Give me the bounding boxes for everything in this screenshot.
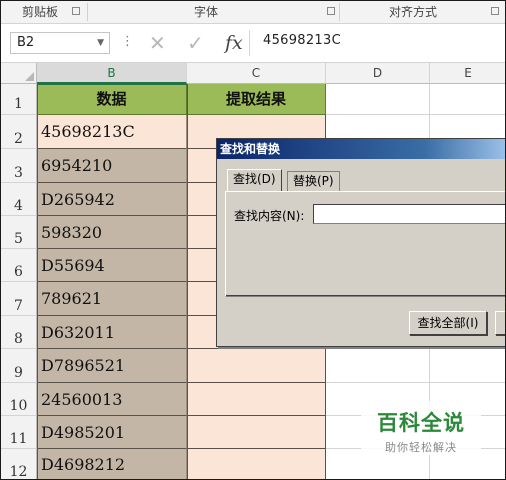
row-header[interactable]: 2 xyxy=(1,115,37,149)
ribbon-group-labels: 剪贴板 字体 对齐方式 xyxy=(1,1,505,24)
insert-function-icon[interactable]: fx xyxy=(225,30,243,56)
row-header[interactable]: 9 xyxy=(1,349,37,383)
name-box[interactable]: B2 ▼ xyxy=(10,32,110,54)
find-all-button[interactable]: 查找全部(I) xyxy=(409,311,487,335)
find-what-input[interactable] xyxy=(313,204,505,224)
data-cell[interactable]: D4698212 xyxy=(37,449,187,479)
excel-window: 剪贴板 字体 对齐方式 B2 ▼ ⋮ ✕ ✓ fx 45698213C B C … xyxy=(0,0,506,480)
data-cell[interactable]: 598320 xyxy=(37,216,187,249)
table-cell[interactable] xyxy=(326,84,430,115)
formula-actions: ✕ ✓ fx xyxy=(139,30,250,56)
chevron-down-icon[interactable]: ▼ xyxy=(97,33,104,53)
find-replace-dialog: 查找和替换 查找(D) 替换(P) 查找内容(N): 查找全部(I) xyxy=(216,138,505,347)
clipboard-launcher-icon[interactable] xyxy=(72,7,80,15)
data-cell[interactable]: 789621 xyxy=(37,282,187,316)
find-next-button[interactable] xyxy=(495,311,505,335)
ribbon-divider xyxy=(87,3,88,21)
column-header-d[interactable]: D xyxy=(326,63,430,84)
data-cell[interactable]: 6954210 xyxy=(37,149,187,183)
tab-find[interactable]: 查找(D) xyxy=(227,169,282,191)
watermark-logo: 百科全说 助你轻松解决 xyxy=(361,401,481,455)
data-cell[interactable]: D632011 xyxy=(37,316,187,349)
font-launcher-icon[interactable] xyxy=(327,7,335,15)
ribbon-group-font: 字体 xyxy=(194,5,219,19)
data-cell[interactable]: D7896521 xyxy=(37,349,187,383)
row-header[interactable]: 7 xyxy=(1,282,37,316)
table-cell[interactable] xyxy=(430,84,505,115)
enter-icon[interactable]: ✓ xyxy=(187,30,204,56)
more-icon[interactable]: ⋮ xyxy=(121,34,134,49)
result-cell[interactable] xyxy=(187,416,326,449)
watermark-title: 百科全说 xyxy=(377,411,465,435)
column-header-e[interactable]: E xyxy=(430,63,505,84)
watermark-subtitle: 助你轻松解决 xyxy=(385,441,457,454)
row-header[interactable]: 12 xyxy=(1,449,37,479)
result-cell[interactable] xyxy=(187,449,326,479)
row-header[interactable]: 8 xyxy=(1,316,37,349)
row-header[interactable]: 1 xyxy=(1,84,37,115)
data-cell[interactable]: D4985201 xyxy=(37,416,187,449)
table-cell[interactable] xyxy=(326,349,430,383)
result-cell[interactable] xyxy=(187,349,326,383)
row-header[interactable]: 10 xyxy=(1,383,37,416)
header-cell-result[interactable]: 提取结果 xyxy=(187,84,326,115)
header-cell-data[interactable]: 数据 xyxy=(37,84,187,115)
data-cell[interactable]: D55694 xyxy=(37,249,187,282)
row-header[interactable]: 5 xyxy=(1,216,37,249)
alignment-launcher-icon[interactable] xyxy=(491,7,499,15)
row-header[interactable]: 11 xyxy=(1,416,37,449)
column-header-b[interactable]: B xyxy=(37,63,187,84)
cancel-icon[interactable]: ✕ xyxy=(149,30,166,56)
row-header[interactable]: 6 xyxy=(1,249,37,282)
ribbon-group-alignment: 对齐方式 xyxy=(389,5,438,19)
tab-replace[interactable]: 替换(P) xyxy=(287,171,340,191)
row-header[interactable]: 3 xyxy=(1,149,37,183)
data-cell[interactable]: 45698213C xyxy=(37,115,187,149)
formula-bar: B2 ▼ ⋮ ✕ ✓ fx 45698213C xyxy=(1,24,505,63)
column-header-c[interactable]: C xyxy=(187,63,326,84)
table-cell[interactable] xyxy=(430,349,505,383)
select-all-button[interactable] xyxy=(1,63,37,84)
name-box-value: B2 xyxy=(17,35,35,50)
data-cell[interactable]: D265942 xyxy=(37,183,187,216)
formula-input[interactable]: 45698213C xyxy=(263,33,341,48)
data-cell[interactable]: 24560013 xyxy=(37,383,187,416)
row-header[interactable]: 4 xyxy=(1,183,37,216)
ribbon-group-clipboard: 剪贴板 xyxy=(22,5,59,19)
dialog-title[interactable]: 查找和替换 xyxy=(217,139,505,159)
find-what-label: 查找内容(N): xyxy=(234,209,305,223)
ribbon-divider xyxy=(339,3,340,21)
result-cell[interactable] xyxy=(187,383,326,416)
